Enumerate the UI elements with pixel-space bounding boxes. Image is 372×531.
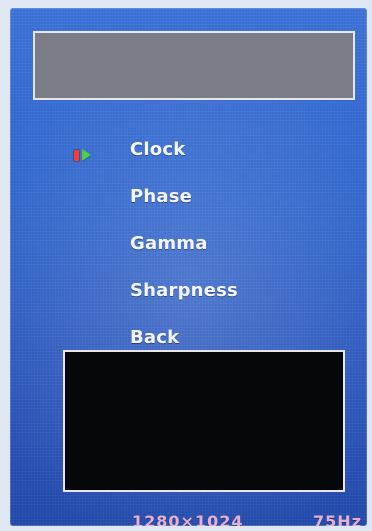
menu-item-label: Gamma: [130, 232, 208, 254]
menu-item-back[interactable]: Back: [130, 324, 179, 350]
menu-item-label: Clock: [130, 138, 186, 160]
top-preview-frame: [33, 31, 355, 100]
osd-menu: Clock Phase Gamma Sharpness Back: [10, 130, 367, 350]
resolution-text: 1280×1024: [132, 511, 244, 527]
monitor-screen: Clock Phase Gamma Sharpness Back 1280×10…: [0, 0, 372, 531]
menu-item-label: Back: [130, 326, 180, 348]
menu-item-phase[interactable]: Phase: [130, 183, 192, 209]
osd-panel: Clock Phase Gamma Sharpness Back 1280×10…: [10, 8, 367, 526]
menu-item-clock[interactable]: Clock: [130, 136, 185, 162]
bottom-preview-frame: [63, 350, 345, 492]
menu-item-sharpness[interactable]: Sharpness: [130, 277, 238, 303]
refresh-rate-text: 75Hz: [313, 511, 362, 527]
menu-item-label: Phase: [130, 185, 193, 207]
menu-item-label: Sharpness: [130, 279, 238, 301]
display-status: 1280×1024 75Hz: [132, 511, 362, 527]
menu-item-gamma[interactable]: Gamma: [130, 230, 208, 256]
